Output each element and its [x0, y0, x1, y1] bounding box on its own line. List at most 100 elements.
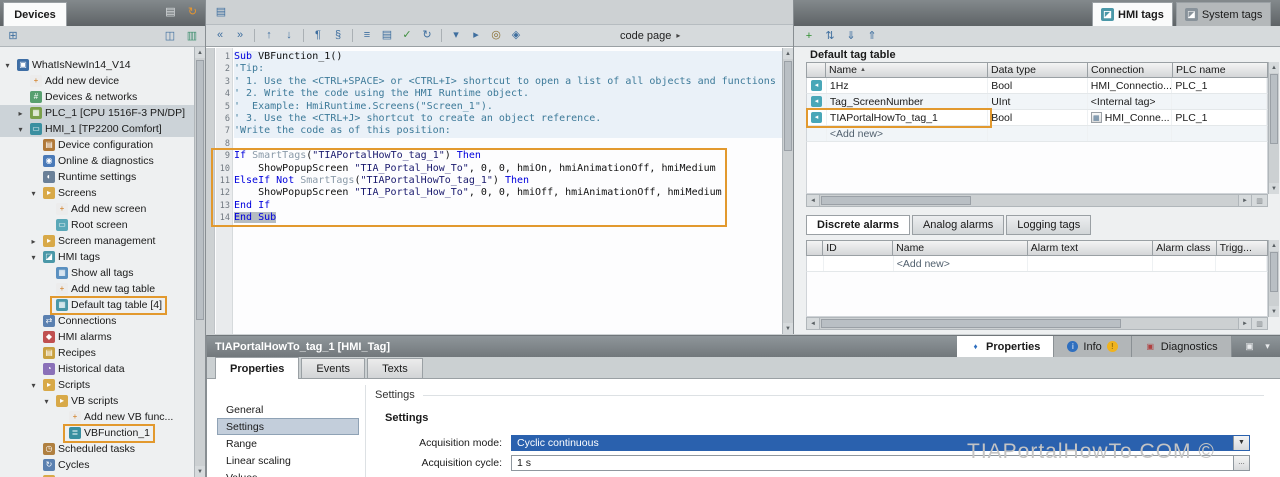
- scroll-track[interactable]: [820, 318, 1238, 329]
- tree-item[interactable]: + Add new device: [0, 73, 194, 89]
- alarm-cell[interactable]: [1028, 256, 1153, 271]
- splitter-handle-icon[interactable]: ▥: [1251, 318, 1267, 329]
- tree-item[interactable]: ≣ VBFunction_1: [0, 423, 194, 443]
- tab-analog-alarms[interactable]: Analog alarms: [911, 215, 1005, 235]
- tree-item[interactable]: ◷ Scheduled tasks: [0, 441, 194, 457]
- column-header-plc-name[interactable]: PLC name: [1173, 62, 1268, 78]
- scroll-up-icon[interactable]: ▲: [195, 47, 205, 58]
- alarm-cell[interactable]: [1216, 256, 1267, 271]
- tag-name-cell[interactable]: <Add new>: [827, 126, 989, 141]
- data-type-cell[interactable]: UInt: [988, 94, 1088, 109]
- tree-item[interactable]: ▾ ▣ WhatIsNewIn14_V14: [0, 57, 194, 73]
- code-line[interactable]: ShowPopupScreen "TIA_Portal_How_To", 0, …: [234, 163, 782, 175]
- tree-item[interactable]: ▾ ▸ Screens: [0, 185, 194, 201]
- import-icon[interactable]: ⇓: [842, 28, 860, 44]
- move-line-up-icon[interactable]: ↑: [260, 28, 278, 44]
- code-line[interactable]: End If: [234, 200, 782, 212]
- tree-item[interactable]: ▸ ▸ Screen management: [0, 233, 194, 249]
- bookmark-icon[interactable]: ◎: [487, 28, 505, 44]
- export-icon[interactable]: ⇑: [863, 28, 881, 44]
- nav-item-range[interactable]: Range: [217, 435, 359, 452]
- code-line[interactable]: ShowPopupScreen "TIA_Portal_How_To", 0, …: [234, 187, 782, 199]
- splitter-handle-icon[interactable]: ▥: [1251, 195, 1267, 206]
- plc-name-cell[interactable]: [1172, 94, 1267, 109]
- tree-item[interactable]: ↻ Cycles: [0, 457, 194, 473]
- connection-cell[interactable]: <Internal tag>: [1088, 94, 1173, 109]
- expander-icon[interactable]: ▾: [28, 381, 39, 390]
- data-type-cell[interactable]: [988, 126, 1088, 141]
- expander-icon[interactable]: ▾: [2, 61, 13, 70]
- tag-table-vscrollbar[interactable]: ▲ ▼: [1268, 62, 1279, 194]
- tree-item[interactable]: + Add new tag table: [0, 281, 194, 297]
- expander-icon[interactable]: ▾: [28, 189, 39, 198]
- nav-item-settings[interactable]: Settings: [217, 418, 359, 435]
- column-header-icon[interactable]: [806, 62, 826, 78]
- tree-item[interactable]: ▤ Recipes: [0, 345, 194, 361]
- connection-cell[interactable]: HMI_Connectio...: [1088, 78, 1173, 93]
- connection-browse-icon[interactable]: ▦: [1090, 112, 1102, 123]
- alarm-cell[interactable]: [824, 256, 894, 271]
- code-line[interactable]: Sub VBFunction_1(): [234, 51, 782, 64]
- snippet-icon[interactable]: ≡: [358, 28, 376, 44]
- scroll-thumb[interactable]: [1270, 252, 1278, 292]
- code-line[interactable]: [234, 138, 782, 150]
- editor-vertical-scrollbar[interactable]: ▲ ▼: [782, 48, 793, 334]
- tree-item[interactable]: ▤ Device configuration: [0, 137, 194, 153]
- data-type-cell[interactable]: Bool: [988, 78, 1088, 93]
- comment-icon[interactable]: ¶: [309, 28, 327, 44]
- tree-item[interactable]: + Add new screen: [0, 201, 194, 217]
- scroll-up-icon[interactable]: ▲: [1269, 62, 1279, 73]
- column-header-name[interactable]: Name: [893, 240, 1028, 256]
- scroll-down-icon[interactable]: ▼: [783, 323, 793, 334]
- tab-properties[interactable]: Properties: [215, 357, 300, 379]
- alarm-cell[interactable]: [1153, 256, 1216, 271]
- code-line[interactable]: ElseIf Not SmartTags("TIAPortalHowTo_tag…: [234, 175, 782, 187]
- expander-icon[interactable]: ▾: [15, 125, 26, 134]
- column-header-trigg[interactable]: Trigg...: [1216, 240, 1268, 256]
- collapse-panel-icon[interactable]: ▾: [1261, 340, 1274, 353]
- tab-info[interactable]: i Info!: [1054, 336, 1132, 357]
- tree-vertical-scrollbar[interactable]: ▲ ▼: [194, 47, 205, 477]
- scroll-left-icon[interactable]: ◄: [807, 195, 820, 206]
- scroll-left-icon[interactable]: ◄: [807, 318, 820, 329]
- alarm-cell[interactable]: [807, 256, 825, 271]
- scroll-thumb[interactable]: [1270, 74, 1278, 144]
- new-item-icon[interactable]: ⊞: [4, 28, 22, 44]
- code-line[interactable]: ' 1. Use the <CTRL+SPACE> or <CTRL+I> sh…: [234, 75, 782, 89]
- scroll-thumb[interactable]: [196, 60, 204, 320]
- code-line[interactable]: End Sub: [234, 212, 782, 224]
- tree-item[interactable]: ⇄ Connections: [0, 313, 194, 329]
- scroll-right-icon[interactable]: ►: [1238, 318, 1251, 329]
- refresh-orange-icon[interactable]: ↻: [185, 5, 200, 20]
- alarm-add-row[interactable]: <Add new>: [806, 256, 1268, 272]
- tab-properties[interactable]: ♦ Properties: [957, 336, 1055, 357]
- tree-item[interactable]: ▾ ◪ HMI tags: [0, 249, 194, 265]
- data-type-cell[interactable]: Bool: [988, 110, 1088, 125]
- column-header-icon[interactable]: [806, 240, 824, 256]
- column-header-id[interactable]: ID: [823, 240, 894, 256]
- expander-icon[interactable]: ▾: [41, 397, 52, 406]
- restore-panel-icon[interactable]: ▣: [1243, 340, 1256, 353]
- nav-item-linear-scaling[interactable]: Linear scaling: [217, 452, 359, 469]
- uncomment-icon[interactable]: §: [329, 28, 347, 44]
- scroll-track[interactable]: [820, 195, 1238, 206]
- nav-item-general[interactable]: General: [217, 401, 359, 418]
- connection-cell[interactable]: ▦ HMI_Conne...: [1088, 110, 1173, 125]
- expander-icon[interactable]: ▾: [28, 253, 39, 262]
- plc-name-cell[interactable]: PLC_1: [1172, 78, 1267, 93]
- tab-devices[interactable]: Devices: [3, 2, 67, 26]
- tree-item[interactable]: ◉ Online & diagnostics: [0, 153, 194, 169]
- tree-item[interactable]: ▾ ▭ HMI_1 [TP2200 Comfort]: [0, 121, 194, 137]
- code-line[interactable]: ' Example: HmiRuntime.Screens("Screen_1"…: [234, 100, 782, 113]
- alarm-table-vscrollbar[interactable]: ▲ ▼: [1268, 240, 1279, 317]
- collapse-all-icon[interactable]: ▸: [467, 28, 485, 44]
- connection-cell[interactable]: [1088, 126, 1173, 141]
- code-line[interactable]: ' 2. Write the code using the HMI Runtim…: [234, 88, 782, 101]
- refresh-icon[interactable]: ↻: [418, 28, 436, 44]
- tab-system-tags[interactable]: ◪ System tags: [1175, 2, 1272, 26]
- dropdown-arrow-icon[interactable]: ▼: [1233, 435, 1249, 450]
- tab-diagnostics[interactable]: ▣ Diagnostics: [1131, 336, 1232, 357]
- code-editor[interactable]: 1 2 3 4 5 6 7 8 9 10 11 12 13 14 Sub VBFunction_1() 'T…: [206, 48, 782, 334]
- code-line[interactable]: ' 3. Use the <CTRL+J> shortcut to create…: [234, 112, 782, 126]
- scroll-down-icon[interactable]: ▼: [1269, 306, 1279, 317]
